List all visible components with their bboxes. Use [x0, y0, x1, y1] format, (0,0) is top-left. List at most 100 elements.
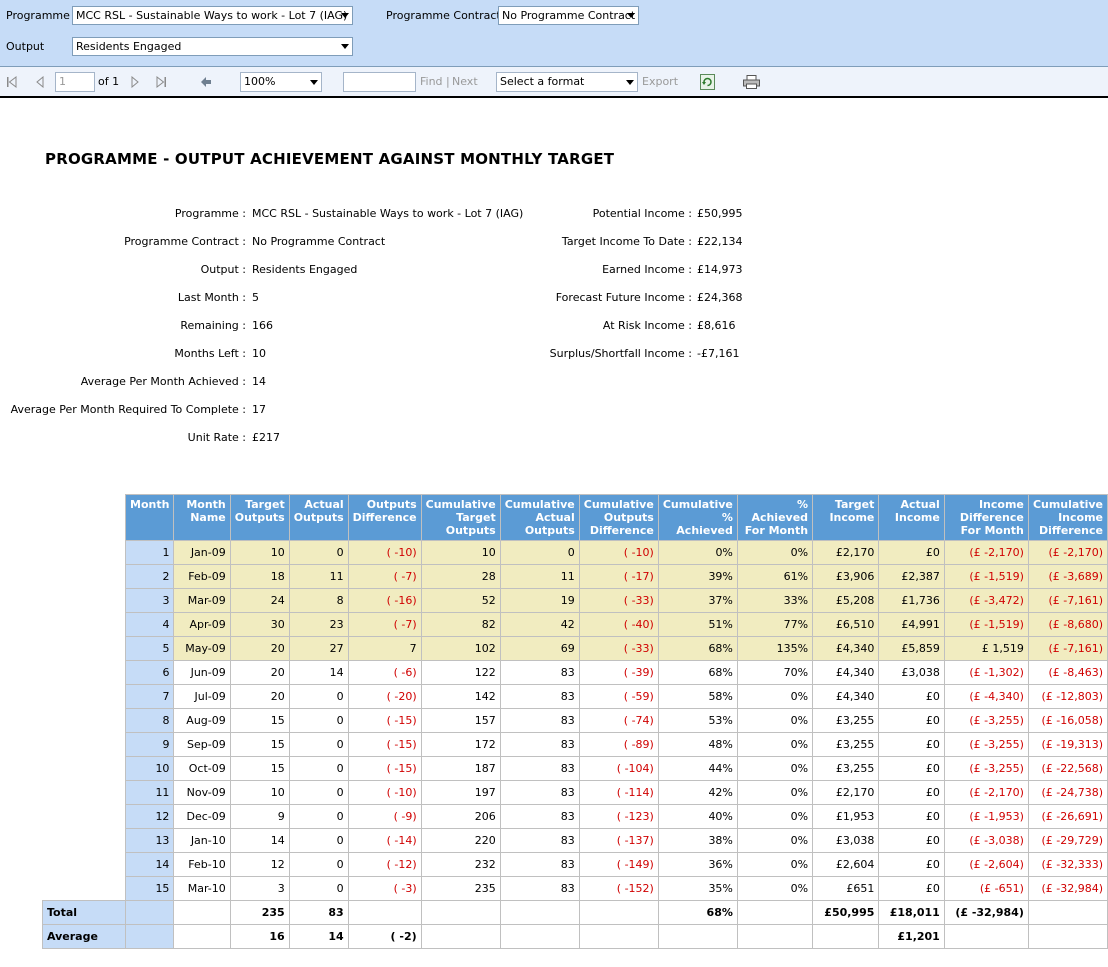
last-page-icon[interactable]: [155, 76, 167, 88]
first-page-icon[interactable]: [6, 76, 18, 88]
column-header: Month: [124, 494, 175, 541]
page-number-input[interactable]: 1: [55, 72, 95, 92]
table-cell: ( -3): [347, 876, 422, 901]
programme-select[interactable]: MCC RSL - Sustainable Ways to work - Lot…: [72, 6, 353, 25]
programme-label: Programme: [6, 9, 70, 22]
table-cell: ( -17): [578, 564, 659, 589]
total-row-cell: 83: [288, 900, 349, 925]
table-cell: £4,340: [812, 684, 880, 709]
table-cell: (£ -1,302): [943, 660, 1029, 685]
back-to-parent-icon[interactable]: [200, 76, 212, 88]
table-cell: £0: [878, 732, 945, 757]
table-row: 3 Mar-09 24 8( -16) 52 19( -33) 37% 33% £5,208 £1…: [43, 588, 1108, 613]
total-row-cell: [347, 900, 422, 925]
table-cell: (£ -32,333): [1027, 852, 1108, 877]
table-cell: (£ -2,170): [943, 780, 1029, 805]
table-cell: (£ -1,519): [943, 564, 1029, 589]
find-next-link[interactable]: Next: [452, 75, 478, 88]
field-value: 10: [252, 347, 266, 360]
table-cell: 83: [499, 804, 580, 829]
table-row: 5 May-09 20 27 7 102 69( -33) 68% 135% £4,340 £5,8…: [43, 636, 1108, 661]
table-cell: (£ -32,984): [1027, 876, 1108, 901]
table-cell: 0%: [736, 852, 814, 877]
table-cell: (£ -4,340): [943, 684, 1029, 709]
table-cell: 172: [420, 732, 501, 757]
table-cell: Jul-09: [173, 684, 231, 709]
average-row-cell: [812, 924, 880, 949]
average-row-cell: [657, 924, 738, 949]
output-select[interactable]: Residents Engaged: [72, 37, 353, 56]
total-row-cell: [124, 900, 175, 925]
chevron-down-icon: [627, 13, 635, 18]
export-format-select[interactable]: Select a format: [496, 72, 638, 92]
refresh-icon[interactable]: [700, 74, 715, 93]
total-row-cell: [173, 900, 231, 925]
table-row: 9 Sep-09 15 0( -15) 172 83( -89) 48% 0% £3,255 £0…: [43, 732, 1108, 757]
row-spacer: [43, 781, 126, 805]
row-spacer: [43, 637, 126, 661]
table-cell: (£ -22,568): [1027, 756, 1108, 781]
table-cell: 5: [124, 636, 175, 661]
table-cell: 11: [288, 564, 349, 589]
field-value: 14: [252, 375, 266, 388]
table-cell: 30: [229, 612, 290, 637]
table-cell: £0: [878, 708, 945, 733]
table-cell: 83: [499, 876, 580, 901]
table-cell: ( -10): [347, 780, 422, 805]
table-cell: 8: [288, 588, 349, 613]
field-label: Programme Contract :: [124, 235, 246, 248]
table-cell: 11: [499, 564, 580, 589]
table-cell: 35%: [657, 876, 738, 901]
next-page-icon[interactable]: [129, 76, 141, 88]
find-link[interactable]: Find: [420, 75, 443, 88]
table-cell: £2,387: [878, 564, 945, 589]
table-cell: ( -33): [578, 636, 659, 661]
table-cell: 83: [499, 756, 580, 781]
table-cell: 61%: [736, 564, 814, 589]
average-row-cell: 14: [288, 924, 349, 949]
table-cell: 33%: [736, 588, 814, 613]
table-cell: (£ -2,170): [1027, 540, 1108, 565]
table-row: 15 Mar-10 3 0( -3) 235 83( -152) 35% 0% £651 £0 (£…: [43, 876, 1108, 901]
find-text-input[interactable]: [343, 72, 416, 92]
row-spacer: [43, 685, 126, 709]
table-cell: ( -7): [347, 612, 422, 637]
print-icon[interactable]: [743, 75, 760, 92]
table-cell: ( -59): [578, 684, 659, 709]
table-cell: ( -6): [347, 660, 422, 685]
table-cell: 0: [288, 780, 349, 805]
export-link[interactable]: Export: [642, 75, 678, 88]
table-cell: 3: [229, 876, 290, 901]
field-label: Remaining :: [180, 319, 246, 332]
table-cell: (£ -651): [943, 876, 1029, 901]
field-value: £8,616: [697, 319, 736, 332]
table-row: 4 Apr-09 30 23( -7) 82 42( -40) 51% 77% £6,510 £4…: [43, 612, 1108, 637]
average-row-cell: [943, 924, 1029, 949]
zoom-select[interactable]: 100%: [240, 72, 322, 92]
table-cell: 20: [229, 636, 290, 661]
table-cell: 11: [124, 780, 175, 805]
table-cell: 14: [229, 828, 290, 853]
row-spacer: [43, 613, 126, 637]
table-cell: Apr-09: [173, 612, 231, 637]
table-cell: (£ -16,058): [1027, 708, 1108, 733]
average-row-cell: [578, 924, 659, 949]
table-cell: 0%: [736, 828, 814, 853]
table-cell: Dec-09: [173, 804, 231, 829]
field-value: £50,995: [697, 207, 743, 220]
contract-select[interactable]: No Programme Contract: [498, 6, 639, 25]
table-cell: ( -10): [578, 540, 659, 565]
table-cell: £0: [878, 828, 945, 853]
table-cell: £3,255: [812, 732, 880, 757]
table-cell: ( -40): [578, 612, 659, 637]
table-cell: 68%: [657, 660, 738, 685]
table-cell: 10: [229, 780, 290, 805]
table-cell: 12: [229, 852, 290, 877]
table-cell: 0%: [736, 708, 814, 733]
table-cell: £0: [878, 876, 945, 901]
average-row: Average 16 14( -2) £1,201: [42, 924, 1108, 949]
header-spacer: [43, 495, 126, 541]
previous-page-icon[interactable]: [34, 76, 46, 88]
field-label: Last Month :: [177, 291, 246, 304]
table-cell: 53%: [657, 708, 738, 733]
